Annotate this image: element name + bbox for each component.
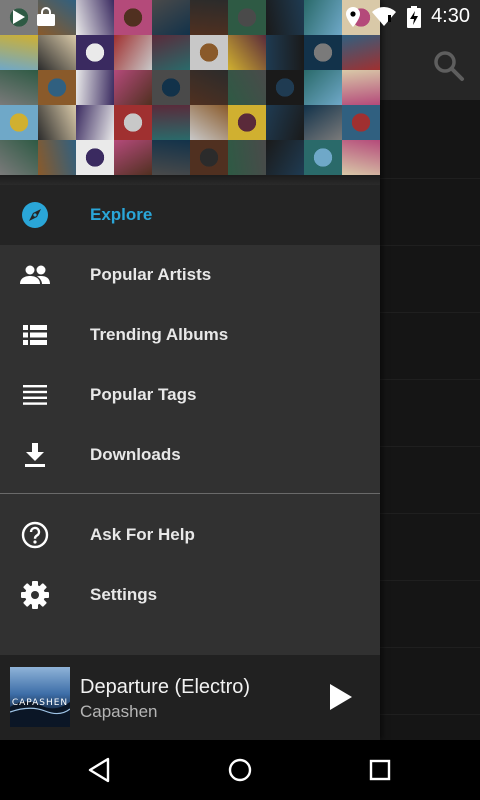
nav-item-explore[interactable]: Explore [0, 185, 380, 245]
wifi-icon [372, 6, 397, 26]
album-tile [152, 105, 190, 140]
album-tile [38, 105, 76, 140]
nav-label: Popular Artists [90, 265, 212, 284]
album-tile [0, 35, 38, 70]
status-time: 4:30 [431, 5, 470, 27]
home-button[interactable] [225, 755, 255, 785]
album-tile [152, 140, 190, 175]
track-title: Departure (Electro) [80, 676, 251, 698]
album-tile [76, 105, 114, 140]
list-divider [380, 580, 480, 581]
album-tile [114, 105, 152, 140]
nav-label: Settings [90, 585, 158, 604]
album-tile [342, 35, 380, 70]
recents-button[interactable] [365, 755, 395, 785]
nav-label: Explore [90, 205, 153, 224]
list-divider [380, 379, 480, 380]
album-art-text: CAPASHEN [11, 698, 69, 708]
gear-icon [20, 580, 50, 610]
album-tile [0, 70, 38, 105]
album-tile [38, 70, 76, 105]
nav-label: Trending Albums [90, 325, 229, 344]
list-divider [380, 446, 480, 447]
header-shadow [0, 175, 380, 185]
system-nav-bar [0, 740, 480, 800]
recents-icon [369, 759, 391, 781]
list-divider [380, 178, 480, 179]
album-tile [114, 70, 152, 105]
album-tile [190, 140, 228, 175]
album-tile [38, 140, 76, 175]
album-tile [76, 35, 114, 70]
play-icon[interactable] [324, 681, 356, 713]
album-tile [266, 70, 304, 105]
home-icon [228, 758, 252, 782]
album-tile [190, 105, 228, 140]
album-tile [152, 70, 190, 105]
navigation-drawer: Explore Popular Artists Trending Albums [0, 0, 380, 740]
track-artist: Capashen [80, 702, 158, 721]
list-view-icon [20, 320, 50, 350]
album-tile [266, 140, 304, 175]
compass-icon [20, 200, 50, 230]
album-tile [0, 140, 38, 175]
mini-player[interactable]: CAPASHEN Departure (Electro) Capashen [0, 655, 380, 740]
battery-charging-icon [407, 5, 422, 28]
nav-item-popular-tags[interactable]: Popular Tags [0, 365, 380, 425]
album-tile [304, 105, 342, 140]
list-divider [380, 312, 480, 313]
album-tile [304, 70, 342, 105]
album-tile [304, 35, 342, 70]
album-tile [228, 105, 266, 140]
play-icon [13, 9, 25, 24]
lines-icon [20, 380, 50, 410]
album-tile [228, 140, 266, 175]
album-tile [266, 105, 304, 140]
back-icon [88, 757, 110, 783]
album-tile [342, 105, 380, 140]
album-tile [76, 140, 114, 175]
help-icon [20, 520, 50, 550]
nav-item-ask-for-help[interactable]: Ask For Help [0, 505, 380, 565]
album-tile [228, 35, 266, 70]
nav-item-downloads[interactable]: Downloads [0, 425, 380, 485]
album-tile [0, 105, 38, 140]
list-divider [380, 647, 480, 648]
shopping-bag-icon [37, 6, 55, 26]
status-bar: 4:30 [0, 0, 480, 33]
download-icon [20, 440, 50, 470]
album-art[interactable]: CAPASHEN [10, 667, 70, 727]
album-tile [114, 35, 152, 70]
drawer-divider [0, 493, 380, 494]
list-divider [380, 245, 480, 246]
album-tile [190, 70, 228, 105]
album-tile [190, 35, 228, 70]
album-tile [228, 70, 266, 105]
nav-item-popular-artists[interactable]: Popular Artists [0, 245, 380, 305]
search-icon[interactable] [430, 48, 466, 84]
album-tile [304, 140, 342, 175]
back-button[interactable] [85, 755, 115, 785]
album-tile [342, 140, 380, 175]
nav-item-trending-albums[interactable]: Trending Albums [0, 305, 380, 365]
nav-label: Popular Tags [90, 385, 197, 404]
nav-item-settings[interactable]: Settings [0, 565, 380, 625]
people-icon [20, 260, 50, 290]
nav-label: Ask For Help [90, 525, 195, 544]
album-tile [114, 140, 152, 175]
album-tile [38, 35, 76, 70]
album-tile [152, 35, 190, 70]
album-tile [76, 70, 114, 105]
album-tile [266, 35, 304, 70]
list-divider [380, 513, 480, 514]
list-divider [380, 714, 480, 715]
location-icon [346, 6, 361, 27]
nav-label: Downloads [90, 445, 181, 464]
album-tile [342, 70, 380, 105]
